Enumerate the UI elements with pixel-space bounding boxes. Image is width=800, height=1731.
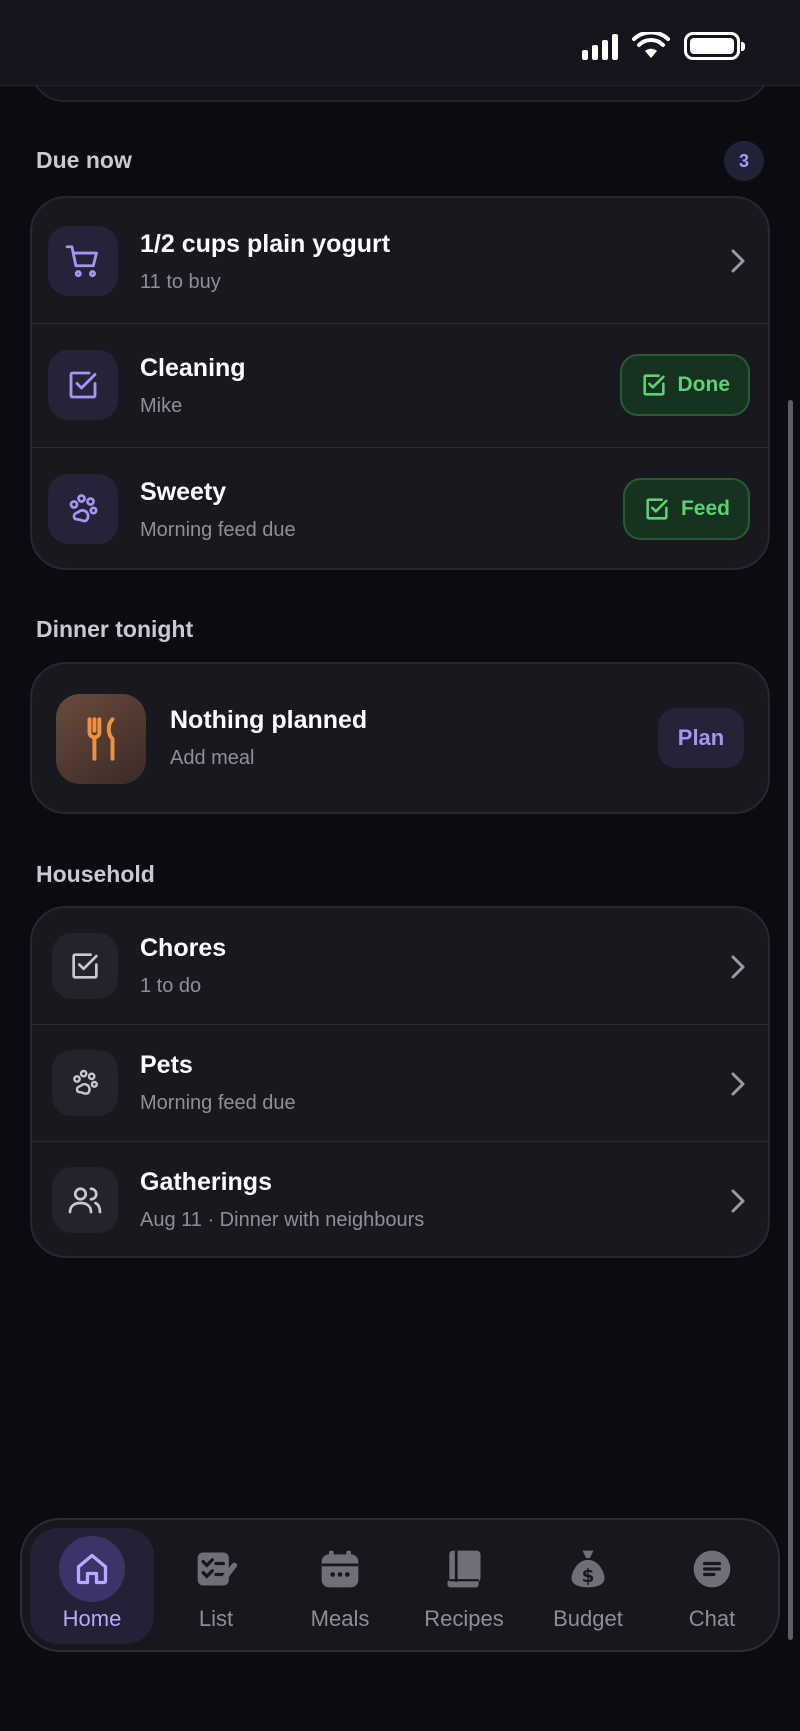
due-item-title: Sweety	[140, 478, 227, 506]
battery-icon	[684, 32, 745, 60]
tab-bar: Home List Meals Recipes $ Budget Chat	[20, 1518, 780, 1652]
due-now-card: 1/2 cups plain yogurt 11 to buy Cleaning…	[30, 196, 770, 570]
status-bar	[0, 0, 800, 86]
tab-label: Home	[62, 1606, 122, 1631]
meal-title: Nothing planned	[170, 706, 368, 734]
calendar-icon	[318, 1540, 362, 1598]
household-item-title: Pets	[140, 1051, 193, 1079]
dinner-card[interactable]: Nothing planned Add meal Plan	[30, 662, 770, 814]
check-square-icon	[642, 374, 665, 396]
checkbox-icon	[52, 933, 118, 999]
tab-label: List	[198, 1606, 234, 1631]
household-item-pets[interactable]: Pets Morning feed due	[32, 1025, 768, 1142]
chevron-right-icon	[731, 249, 745, 273]
due-item-subtitle: Morning feed due	[140, 519, 296, 541]
due-item-subtitle: 11 to buy	[140, 271, 221, 293]
section-title-due-now: Due now	[36, 147, 132, 173]
tab-recipes[interactable]: Recipes	[402, 1528, 526, 1644]
section-title-dinner: Dinner tonight	[36, 616, 194, 642]
status-icons	[582, 32, 745, 60]
due-item-pet[interactable]: Sweety Morning feed due Feed	[32, 448, 768, 568]
done-button[interactable]: Done	[619, 354, 750, 416]
scrollbar[interactable]	[788, 400, 793, 1640]
household-item-title: Gatherings	[140, 1168, 272, 1196]
tab-chat[interactable]: Chat	[650, 1528, 774, 1644]
household-item-subtitle: Aug 11 · Dinner with neighbours	[140, 1209, 425, 1231]
household-item-subtitle: Morning feed due	[140, 1092, 296, 1114]
checklist-icon	[194, 1540, 238, 1598]
chevron-right-icon	[731, 1189, 745, 1213]
due-item-title: Cleaning	[140, 354, 246, 382]
book-icon	[442, 1540, 486, 1598]
household-item-gatherings[interactable]: Gatherings Aug 11 · Dinner with neighbou…	[32, 1142, 768, 1256]
feed-button[interactable]: Feed	[622, 478, 750, 540]
chevron-right-icon	[731, 955, 745, 979]
household-item-title: Chores	[140, 934, 227, 962]
household-item-chores[interactable]: Chores 1 to do	[32, 908, 768, 1025]
due-item-shopping[interactable]: 1/2 cups plain yogurt 11 to buy	[32, 198, 768, 324]
tab-budget[interactable]: $ Budget	[526, 1528, 650, 1644]
done-button-label: Done	[677, 373, 731, 396]
money-bag-icon: $	[566, 1540, 610, 1598]
paw-icon	[48, 474, 118, 544]
household-item-subtitle: 1 to do	[140, 975, 202, 997]
plan-button[interactable]: Plan	[658, 708, 744, 768]
feed-button-label: Feed	[680, 497, 730, 520]
chat-icon	[690, 1540, 734, 1598]
people-icon	[52, 1167, 118, 1233]
svg-text:$: $	[582, 1566, 595, 1587]
tab-label: Chat	[688, 1606, 736, 1631]
wifi-icon	[632, 32, 670, 58]
cellular-signal-icon	[582, 32, 618, 60]
meal-subtitle: Add meal	[170, 747, 255, 769]
tab-meals[interactable]: Meals	[278, 1528, 402, 1644]
tab-label: Budget	[553, 1606, 623, 1631]
paw-icon	[52, 1050, 118, 1116]
tab-label: Meals	[310, 1606, 370, 1631]
cart-icon	[48, 226, 118, 296]
tab-label: Recipes	[424, 1606, 504, 1631]
tab-list[interactable]: List	[154, 1528, 278, 1644]
check-square-icon	[646, 498, 668, 520]
household-card: Chores 1 to do Pets Morning feed due Gat…	[30, 906, 770, 1258]
tab-home[interactable]: Home	[30, 1528, 154, 1644]
checkbox-icon	[48, 350, 118, 420]
fork-knife-icon	[56, 694, 146, 784]
due-item-title: 1/2 cups plain yogurt	[140, 230, 391, 258]
chevron-right-icon	[731, 1072, 745, 1096]
due-item-subtitle: Mike	[140, 395, 183, 417]
due-item-cleaning[interactable]: Cleaning Mike Done	[32, 324, 768, 448]
due-count-badge: 3	[724, 141, 764, 181]
home-icon	[59, 1536, 125, 1602]
section-title-household: Household	[36, 861, 155, 887]
